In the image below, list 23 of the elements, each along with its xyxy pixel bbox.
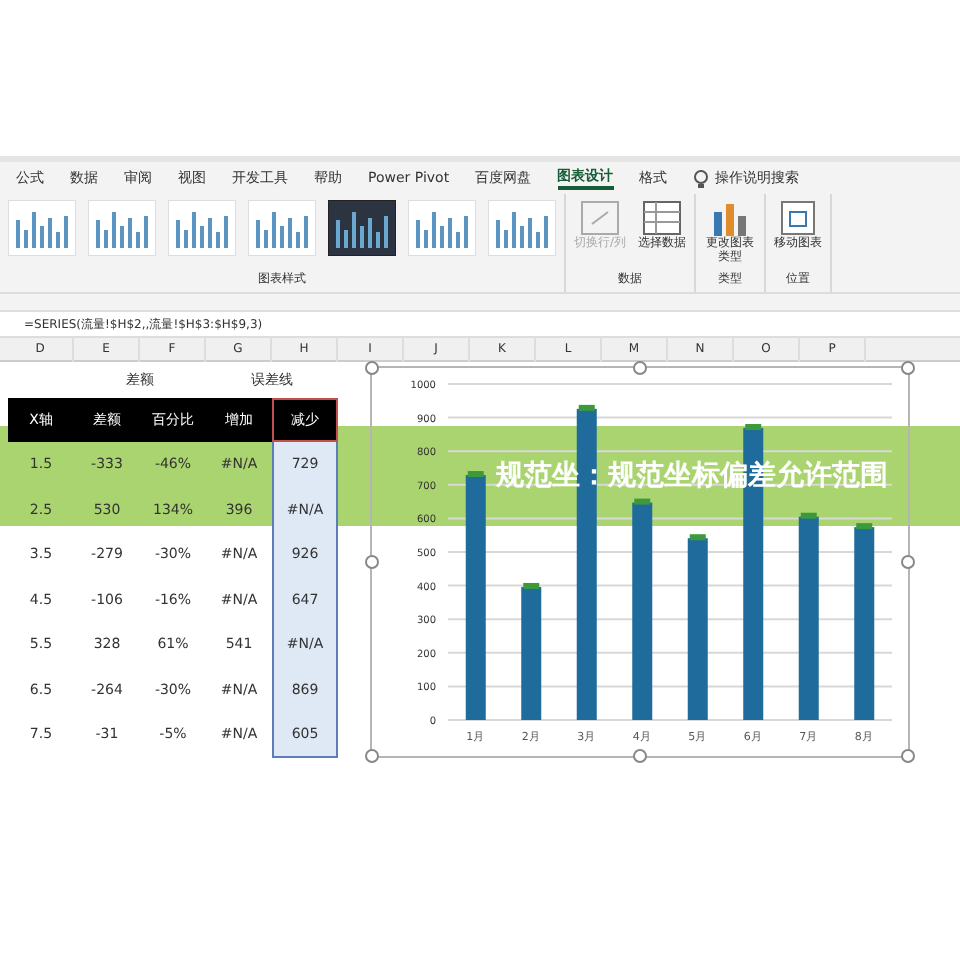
- move-chart-icon: [778, 200, 819, 236]
- resize-handle[interactable]: [901, 361, 915, 375]
- bar-chart-icon: [710, 200, 751, 236]
- error-bar: [523, 582, 540, 589]
- resize-handle[interactable]: [633, 749, 647, 763]
- resize-handle[interactable]: [633, 361, 647, 375]
- table-swap-icon: [580, 200, 621, 236]
- error-bar: [745, 424, 762, 430]
- resize-handle[interactable]: [365, 749, 379, 763]
- lightbulb-icon: [693, 169, 708, 187]
- error-bar: [800, 512, 817, 519]
- bar: [521, 586, 542, 720]
- resize-handle[interactable]: [365, 361, 379, 375]
- error-bar: [689, 534, 706, 541]
- error-bar: [578, 404, 595, 411]
- table-icon: [642, 200, 683, 236]
- chart-style-thumbnail[interactable]: [328, 200, 396, 256]
- resize-handle[interactable]: [901, 749, 915, 763]
- error-bar: [634, 498, 651, 505]
- resize-handle[interactable]: [901, 555, 915, 569]
- resize-handle[interactable]: [365, 555, 379, 569]
- error-bar: [467, 471, 484, 478]
- error-bar: [856, 523, 873, 530]
